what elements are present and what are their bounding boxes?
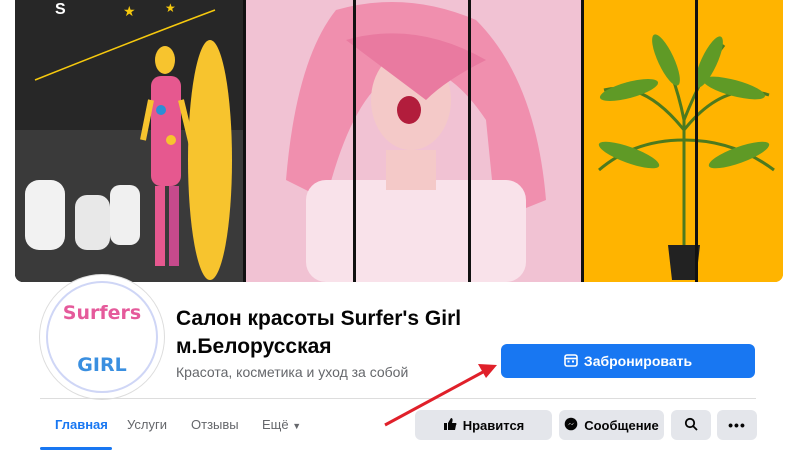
cover-divider [353, 0, 356, 282]
calendar-icon [564, 353, 578, 370]
message-button[interactable]: Сообщение [559, 410, 664, 440]
active-tab-indicator [40, 447, 112, 450]
cover-girl-panel [246, 0, 581, 282]
caret-down-icon: ▼ [292, 421, 302, 431]
cover-divider [468, 0, 471, 282]
page-category[interactable]: Красота, косметика и уход за собой [176, 364, 408, 380]
tab-more[interactable]: Ещё ▼ [262, 417, 301, 432]
message-button-label: Сообщение [584, 417, 659, 433]
thumbs-up-icon [443, 417, 457, 434]
cover-divider [695, 0, 698, 282]
more-button[interactable]: ••• [717, 410, 757, 440]
book-button-label: Забронировать [583, 353, 693, 369]
tab-home[interactable]: Главная [55, 417, 108, 432]
book-button[interactable]: Забронировать [501, 344, 755, 378]
svg-text:★: ★ [123, 3, 136, 19]
like-button[interactable]: Нравится [415, 410, 552, 440]
tab-services[interactable]: Услуги [127, 417, 167, 432]
tab-more-label: Ещё [262, 417, 289, 432]
header-divider [40, 398, 756, 399]
cover-photo[interactable]: ★ ★ S [15, 0, 783, 282]
profile-avatar[interactable]: Surfers GIRL [40, 275, 164, 399]
search-button[interactable] [671, 410, 711, 440]
messenger-icon [564, 417, 578, 434]
search-icon [684, 417, 698, 434]
svg-text:Surfers: Surfers [63, 302, 141, 324]
svg-text:★: ★ [165, 1, 176, 15]
svg-text:GIRL: GIRL [77, 354, 126, 376]
page-title: Салон красоты Surfer's Girl м.Белорусска… [176, 307, 462, 358]
more-dots-icon: ••• [728, 417, 746, 433]
like-button-label: Нравится [462, 417, 525, 433]
cover-salon-panel: ★ ★ S [15, 0, 245, 282]
tab-reviews[interactable]: Отзывы [191, 417, 239, 432]
svg-text:S: S [55, 1, 66, 18]
cover-palm-panel [584, 0, 783, 282]
